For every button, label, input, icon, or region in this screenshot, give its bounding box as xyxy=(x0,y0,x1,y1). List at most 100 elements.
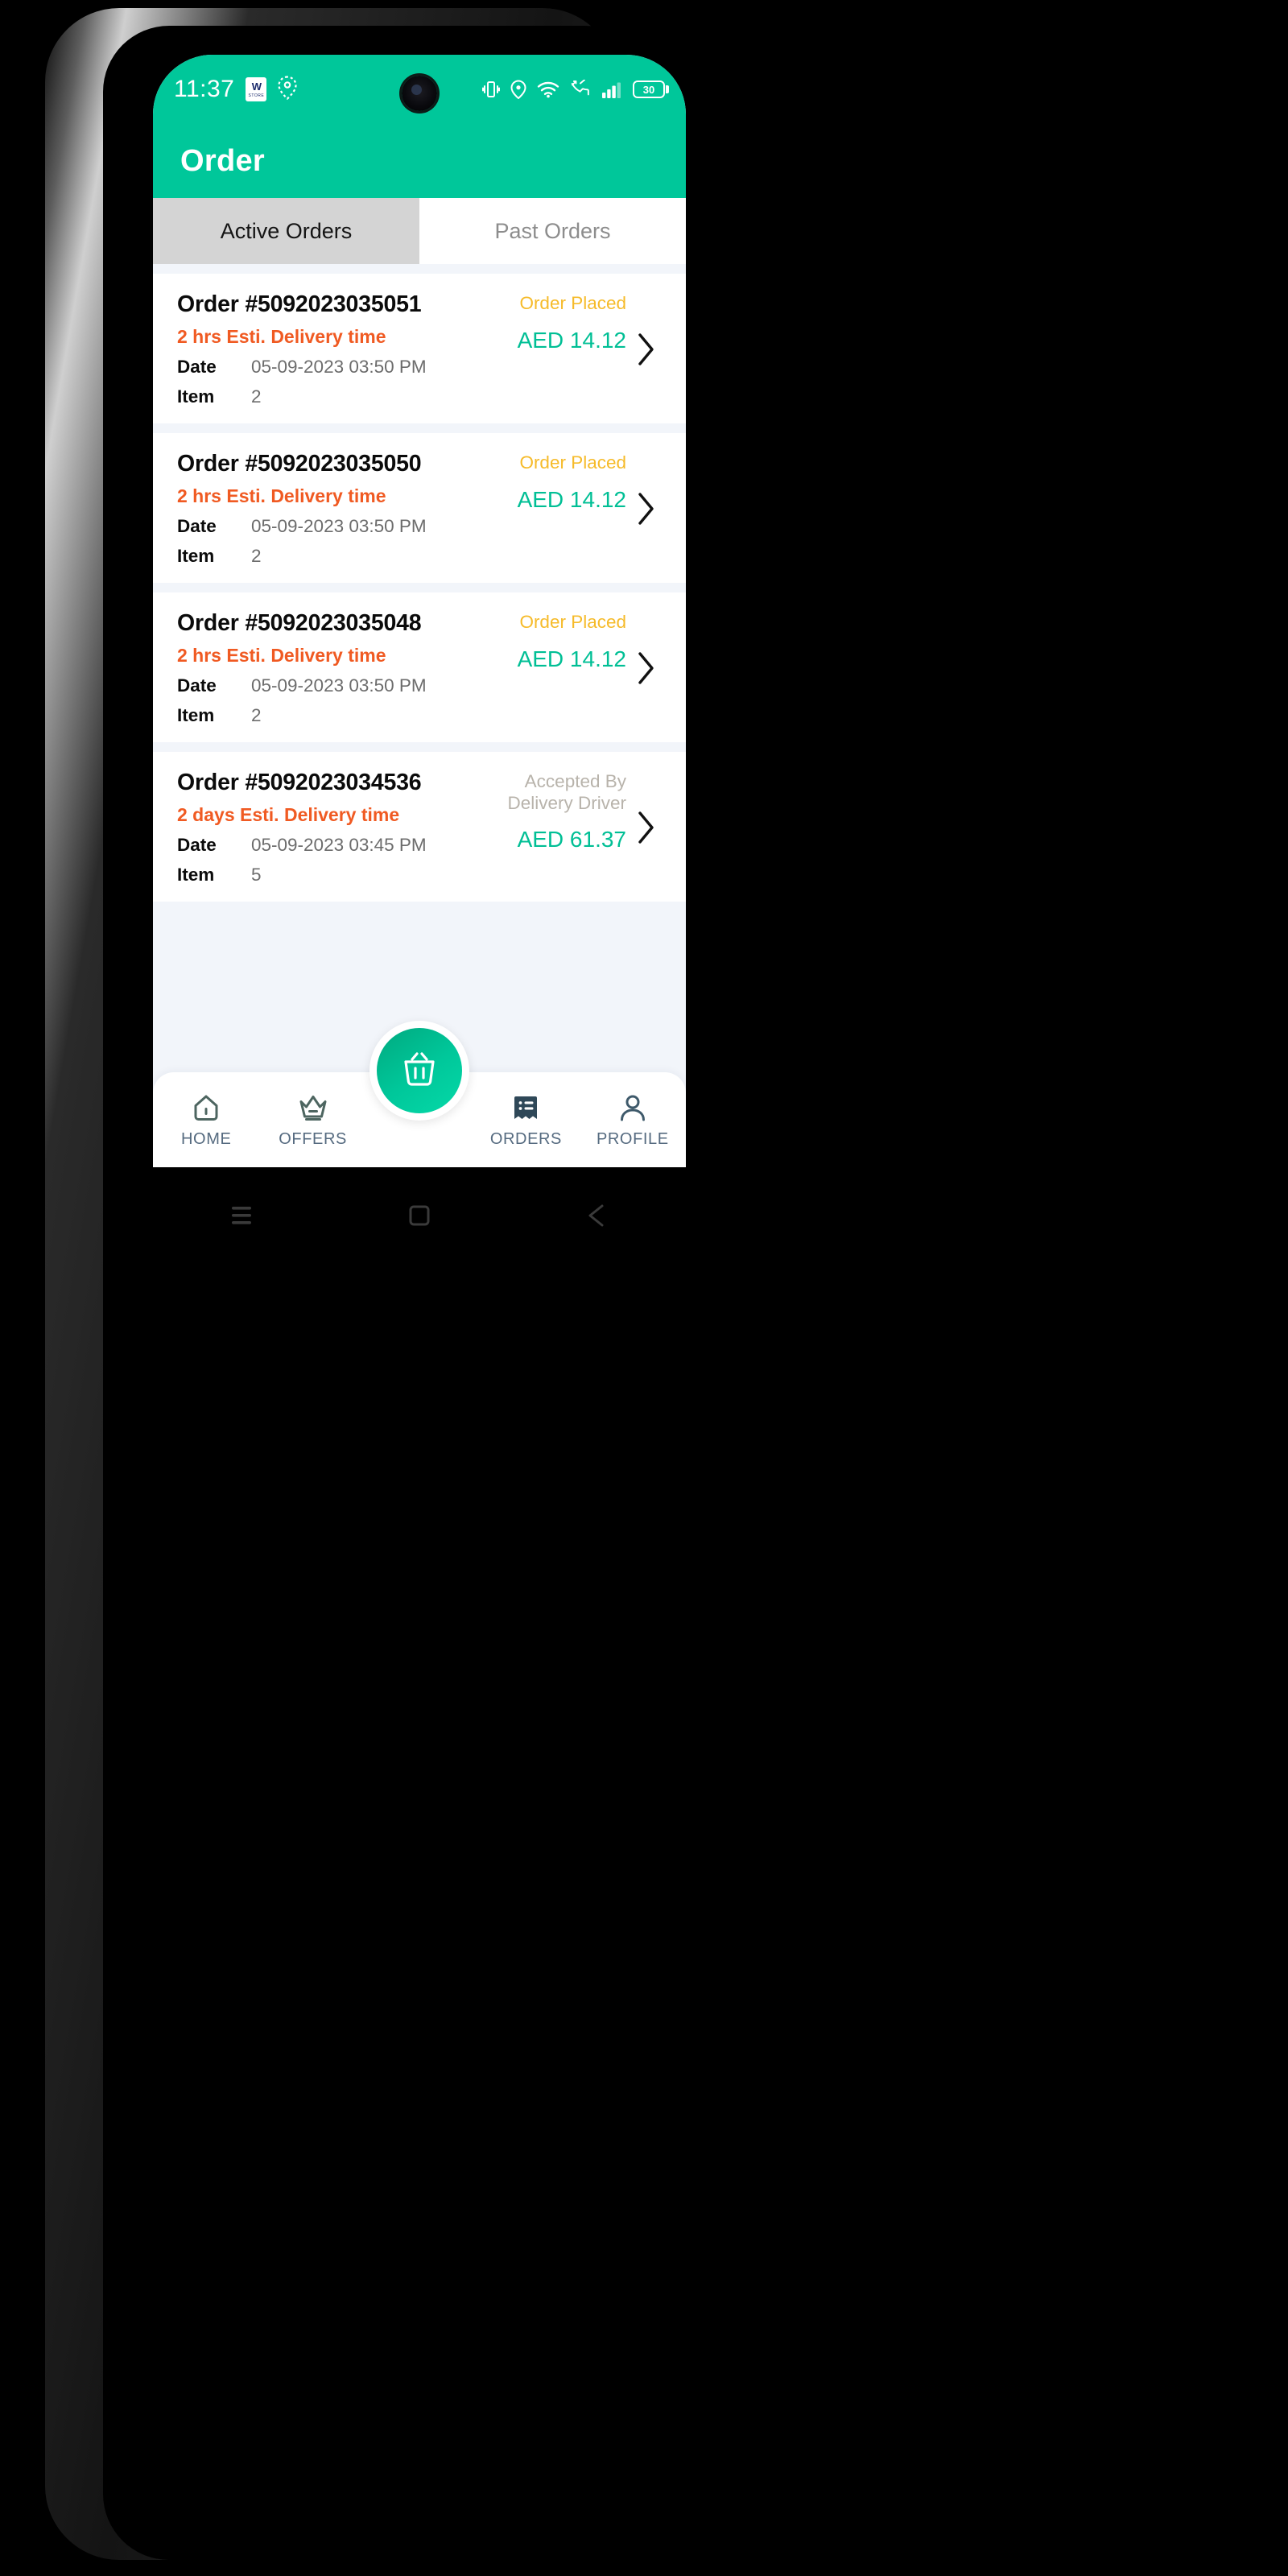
order-price: AED 14.12 xyxy=(517,646,626,671)
order-card-main: Order #5092023035051 2 hrs Esti. Deliver… xyxy=(177,291,461,407)
order-tabs: Active Orders Past Orders xyxy=(153,198,686,264)
order-card[interactable]: Order #5092023035051 2 hrs Esti. Deliver… xyxy=(153,274,686,423)
system-navigation-bar xyxy=(153,1167,686,1264)
order-card-main: Order #5092023035050 2 hrs Esti. Deliver… xyxy=(177,451,461,567)
order-date-row: Date 05-09-2023 03:50 PM xyxy=(177,675,461,696)
order-item-label: Item xyxy=(177,546,215,566)
tab-active-orders[interactable]: Active Orders xyxy=(153,198,419,264)
order-item-value: 2 xyxy=(251,705,262,725)
order-item-row: Item 2 xyxy=(177,546,461,567)
status-bar-clock: 11:37 xyxy=(174,76,235,102)
home-icon xyxy=(189,1091,223,1125)
order-date-label: Date xyxy=(177,357,217,377)
battery-icon: 30 xyxy=(633,80,669,98)
app-badge-mark: W xyxy=(251,80,262,93)
order-item-label: Item xyxy=(177,705,215,725)
order-list: Order #5092023035051 2 hrs Esti. Deliver… xyxy=(153,264,686,902)
order-eta: 2 days Esti. Delivery time xyxy=(177,804,400,825)
page-title: Order xyxy=(180,143,265,178)
order-item-value: 2 xyxy=(251,546,262,566)
order-date-row: Date 05-09-2023 03:45 PM xyxy=(177,835,461,856)
order-price: AED 14.12 xyxy=(517,327,626,353)
order-card-aside: Accepted By Delivery Driver AED 61.37 xyxy=(461,770,626,852)
front-camera-punchhole xyxy=(402,76,437,111)
screenshot-root: 11:37 W STORE 30 Order Active Orders Pas… xyxy=(0,0,1288,2576)
order-date-label: Date xyxy=(177,675,217,696)
order-number: Order #5092023034536 xyxy=(177,770,422,795)
crown-icon xyxy=(296,1091,330,1125)
person-icon xyxy=(616,1091,650,1125)
phone-bezel: 11:37 W STORE 30 Order Active Orders Pas… xyxy=(103,26,686,2566)
nav-item-offers-label: OFFERS xyxy=(279,1130,347,1148)
order-number: Order #5092023035050 xyxy=(177,451,422,477)
nav-item-home[interactable]: HOME xyxy=(153,1091,259,1149)
recents-menu-icon[interactable] xyxy=(153,1202,331,1229)
missed-call-icon xyxy=(570,80,591,99)
signal-bars-icon xyxy=(601,80,622,99)
order-detail-chevron-icon[interactable] xyxy=(630,332,663,367)
back-triangle-icon[interactable] xyxy=(508,1202,686,1229)
order-eta: 2 hrs Esti. Delivery time xyxy=(177,645,386,666)
order-eta: 2 hrs Esti. Delivery time xyxy=(177,485,386,506)
order-card[interactable]: Order #5092023035050 2 hrs Esti. Deliver… xyxy=(153,433,686,583)
order-item-row: Item 2 xyxy=(177,705,461,726)
order-date-value: 05-09-2023 03:50 PM xyxy=(251,357,427,377)
order-detail-chevron-icon[interactable] xyxy=(630,650,663,686)
order-card[interactable]: Order #5092023035048 2 hrs Esti. Deliver… xyxy=(153,592,686,742)
battery-percent: 30 xyxy=(642,83,655,96)
order-item-label: Item xyxy=(177,865,215,885)
nav-item-offers[interactable]: OFFERS xyxy=(259,1091,365,1149)
order-date-label: Date xyxy=(177,516,217,536)
shopping-basket-icon xyxy=(377,1028,462,1113)
order-card-aside: Order Placed AED 14.12 xyxy=(461,451,626,513)
order-card[interactable]: Order #5092023034536 2 days Esti. Delive… xyxy=(153,752,686,902)
cart-fab-button[interactable] xyxy=(369,1021,469,1121)
phone-frame: 11:37 W STORE 30 Order Active Orders Pas… xyxy=(45,8,686,2566)
tab-active-orders-label: Active Orders xyxy=(220,218,353,243)
order-card-aside: Order Placed AED 14.12 xyxy=(461,610,626,672)
order-number: Order #5092023035048 xyxy=(177,610,422,636)
order-eta: 2 hrs Esti. Delivery time xyxy=(177,326,386,347)
order-date-row: Date 05-09-2023 03:50 PM xyxy=(177,516,461,537)
order-status-badge: Accepted By Delivery Driver xyxy=(507,771,626,813)
nav-item-orders[interactable]: ORDERS xyxy=(473,1091,579,1149)
order-status-badge: Order Placed xyxy=(519,452,626,473)
receipt-list-icon xyxy=(509,1091,543,1125)
order-detail-chevron-icon[interactable] xyxy=(630,491,663,526)
order-card-main: Order #5092023035048 2 hrs Esti. Deliver… xyxy=(177,610,461,726)
order-card-main: Order #5092023034536 2 days Esti. Delive… xyxy=(177,770,461,886)
app-bar: Order xyxy=(153,124,686,198)
order-date-value: 05-09-2023 03:45 PM xyxy=(251,835,427,855)
order-date-value: 05-09-2023 03:50 PM xyxy=(251,675,427,696)
wifi-icon xyxy=(537,80,559,98)
order-date-row: Date 05-09-2023 03:50 PM xyxy=(177,357,461,378)
order-detail-chevron-icon[interactable] xyxy=(630,810,663,845)
app-badge-sub: STORE xyxy=(248,93,265,98)
tab-past-orders[interactable]: Past Orders xyxy=(419,198,686,264)
app-badge-icon: W STORE xyxy=(246,77,267,101)
order-date-value: 05-09-2023 03:50 PM xyxy=(251,516,427,536)
home-square-icon[interactable] xyxy=(331,1202,509,1229)
screen-black-fill xyxy=(153,1167,686,2566)
phone-screen: 11:37 W STORE 30 Order Active Orders Pas… xyxy=(153,55,686,2566)
vibrate-icon xyxy=(482,80,500,99)
app-viewport: 11:37 W STORE 30 Order Active Orders Pas… xyxy=(153,55,686,1167)
tab-past-orders-label: Past Orders xyxy=(494,218,611,243)
order-status-badge: Order Placed xyxy=(519,612,626,632)
order-item-value: 2 xyxy=(251,386,262,407)
order-item-row: Item 2 xyxy=(177,386,461,407)
location-icon xyxy=(510,80,526,99)
order-item-value: 5 xyxy=(251,865,262,885)
nav-item-profile-label: PROFILE xyxy=(596,1130,669,1148)
nav-item-profile[interactable]: PROFILE xyxy=(580,1091,686,1149)
order-item-label: Item xyxy=(177,386,215,407)
order-status-badge: Order Placed xyxy=(519,293,626,313)
nav-item-orders-label: ORDERS xyxy=(489,1130,562,1148)
order-price: AED 61.37 xyxy=(517,827,626,852)
order-item-row: Item 5 xyxy=(177,865,461,886)
order-price: AED 14.12 xyxy=(517,486,626,512)
status-bar-right: 30 xyxy=(482,80,669,99)
nav-item-home-label: HOME xyxy=(181,1130,232,1148)
status-bar-left: 11:37 W STORE xyxy=(174,75,297,104)
order-card-aside: Order Placed AED 14.12 xyxy=(461,291,626,353)
